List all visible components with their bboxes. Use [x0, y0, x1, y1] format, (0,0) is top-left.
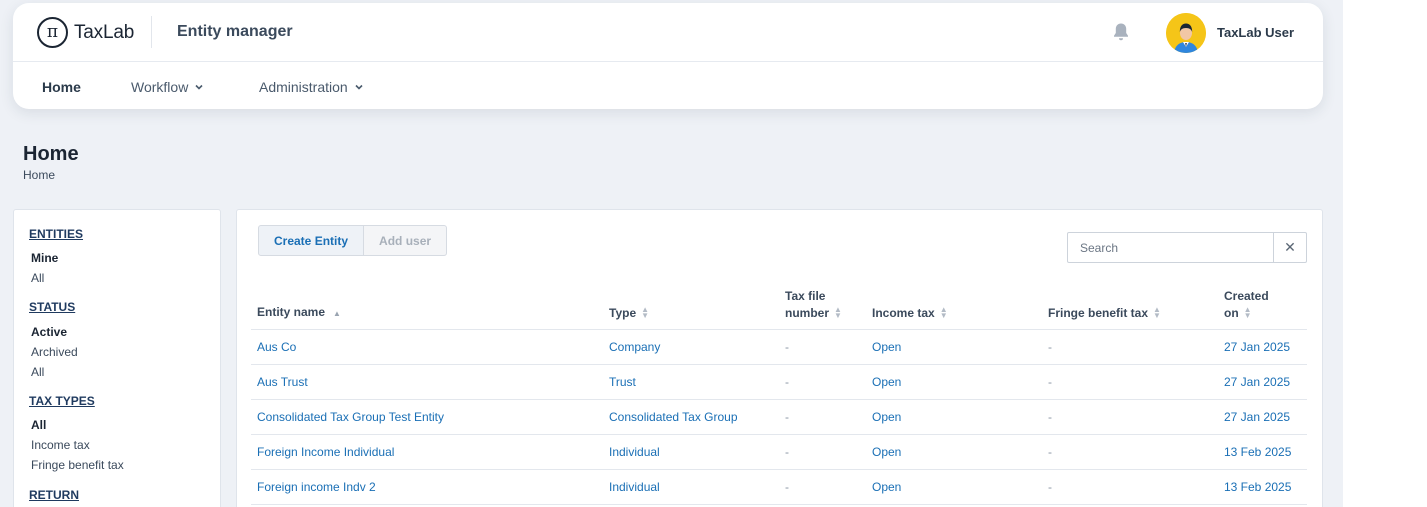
- column-header-fringe-benefit-tax[interactable]: Fringe benefit tax ▲ ▼: [1042, 282, 1218, 330]
- column-header-label: Income tax: [872, 305, 935, 320]
- cell-fringe-benefit-tax: -: [1042, 469, 1218, 505]
- column-header-label: on: [1224, 305, 1239, 320]
- sort-icon: ▲ ▼: [1153, 305, 1161, 321]
- cell-created-on[interactable]: 27 Jan 2025: [1218, 329, 1307, 365]
- filter-heading-entities[interactable]: ENTITIES: [29, 227, 83, 241]
- cell-fringe-benefit-tax: -: [1042, 434, 1218, 470]
- sort-asc-icon: ▲: [333, 308, 341, 318]
- add-user-button: Add user: [364, 225, 448, 256]
- cell-type[interactable]: Trust: [603, 364, 779, 400]
- chevron-down-icon: [195, 84, 203, 90]
- cell-entity-name[interactable]: Aus Co: [251, 329, 603, 365]
- nav-administration[interactable]: Administration: [259, 79, 364, 95]
- table-row[interactable]: Aus Co Company - Open - 27 Jan 2025: [251, 329, 1307, 365]
- table-header-row: Entity name ▲ Type ▲ ▼ Tax file number ▲ ▼ In…: [251, 282, 1307, 330]
- entity-list-panel: Create Entity Add user ✕ Entity name ▲ Ty…: [236, 209, 1323, 507]
- chevron-down-icon: [355, 84, 363, 90]
- column-header-label: Tax file: [785, 288, 826, 303]
- nav-home[interactable]: Home: [42, 79, 81, 95]
- taxlab-logo[interactable]: π TaxLab: [37, 17, 134, 48]
- main-nav: Home Workflow Administration: [13, 63, 1323, 109]
- cell-income-tax[interactable]: Open: [866, 364, 1042, 400]
- column-header-type[interactable]: Type ▲ ▼: [603, 282, 779, 330]
- nav-workflow-label: Workflow: [131, 79, 189, 95]
- cell-tax-file-number: -: [779, 364, 866, 400]
- nav-workflow[interactable]: Workflow: [131, 79, 204, 95]
- cell-entity-name[interactable]: Aus Trust: [251, 364, 603, 400]
- close-icon[interactable]: ✕: [1273, 232, 1307, 263]
- filter-heading-return[interactable]: RETURN: [29, 488, 79, 502]
- user-avatar[interactable]: [1166, 13, 1206, 53]
- cell-income-tax[interactable]: Open: [866, 329, 1042, 365]
- sort-icon: ▲ ▼: [834, 305, 842, 321]
- table-row[interactable]: Foreign Income Individual Individual - O…: [251, 434, 1307, 470]
- table-row[interactable]: Foreign income Indv 2 Individual - Open …: [251, 469, 1307, 505]
- cell-created-on[interactable]: 13 Feb 2025: [1218, 434, 1307, 470]
- column-header-income-tax[interactable]: Income tax ▲ ▼: [866, 282, 1042, 330]
- table-row[interactable]: Aus Trust Trust - Open - 27 Jan 2025: [251, 364, 1307, 400]
- cell-tax-file-number: -: [779, 469, 866, 505]
- nav-home-label: Home: [42, 79, 81, 95]
- filter-entities-all[interactable]: All: [31, 271, 44, 285]
- cell-type[interactable]: Consolidated Tax Group: [603, 399, 779, 435]
- column-header-label: Entity name: [257, 305, 326, 320]
- top-bar: π TaxLab Entity manager TaxLab User: [13, 3, 1323, 62]
- cell-created-on[interactable]: 13 Feb 2025: [1218, 469, 1307, 505]
- cell-tax-file-number: -: [779, 399, 866, 435]
- cell-tax-file-number: -: [779, 329, 866, 365]
- cell-type[interactable]: Individual: [603, 434, 779, 470]
- table-row[interactable]: Consolidated Tax Group Test Entity Conso…: [251, 399, 1307, 435]
- logo-text: TaxLab: [74, 21, 135, 43]
- cell-income-tax[interactable]: Open: [866, 469, 1042, 505]
- sort-icon: ▲ ▼: [939, 305, 948, 321]
- cell-income-tax[interactable]: Open: [866, 434, 1042, 470]
- cell-entity-name[interactable]: Foreign Income Individual: [251, 434, 603, 470]
- filter-status-active[interactable]: Active: [31, 325, 67, 339]
- cell-type[interactable]: Individual: [603, 469, 779, 505]
- entity-table: Entity name ▲ Type ▲ ▼ Tax file number ▲ ▼ In…: [251, 282, 1307, 505]
- filter-tax-types-all[interactable]: All: [31, 418, 46, 432]
- filter-status-archived[interactable]: Archived: [31, 345, 78, 359]
- bell-icon[interactable]: [1112, 22, 1130, 42]
- filter-entities-mine[interactable]: Mine: [31, 251, 58, 265]
- cell-fringe-benefit-tax: -: [1042, 329, 1218, 365]
- cell-entity-name[interactable]: Foreign income Indv 2: [251, 469, 603, 505]
- filter-tax-types-income-tax[interactable]: Income tax: [31, 438, 90, 452]
- header-card: π TaxLab Entity manager TaxLab User Home: [13, 3, 1323, 109]
- action-button-group: Create Entity Add user: [258, 225, 448, 256]
- column-header-tax-file-number[interactable]: Tax file number ▲ ▼: [779, 282, 866, 330]
- pi-logo-icon: π: [37, 17, 68, 48]
- column-header-entity-name[interactable]: Entity name ▲: [251, 282, 603, 330]
- nav-administration-label: Administration: [259, 79, 348, 95]
- breadcrumb[interactable]: Home: [23, 168, 55, 182]
- cell-type[interactable]: Company: [603, 329, 779, 365]
- column-header-label: Fringe benefit tax: [1048, 305, 1149, 320]
- column-header-label: Created: [1224, 288, 1269, 303]
- cell-created-on[interactable]: 27 Jan 2025: [1218, 364, 1307, 400]
- user-name[interactable]: TaxLab User: [1217, 25, 1294, 40]
- page-title: Home: [23, 143, 79, 165]
- sort-icon: ▲ ▼: [641, 305, 650, 321]
- cell-fringe-benefit-tax: -: [1042, 399, 1218, 435]
- filter-heading-status[interactable]: STATUS: [29, 300, 75, 314]
- header-divider: [151, 16, 152, 48]
- column-header-created-on[interactable]: Created on ▲ ▼: [1218, 282, 1307, 330]
- cell-income-tax[interactable]: Open: [866, 399, 1042, 435]
- avatar-person-icon: [1166, 13, 1206, 53]
- cell-entity-name[interactable]: Consolidated Tax Group Test Entity: [251, 399, 603, 435]
- cell-created-on[interactable]: 27 Jan 2025: [1218, 399, 1307, 435]
- sort-icon: ▲ ▼: [1243, 305, 1252, 321]
- search-input[interactable]: [1067, 232, 1274, 263]
- filter-tax-types-fbt[interactable]: Fringe benefit tax: [31, 458, 124, 472]
- cell-fringe-benefit-tax: -: [1042, 364, 1218, 400]
- column-header-label: Type: [609, 305, 637, 320]
- column-header-label: number: [785, 305, 830, 320]
- create-entity-button[interactable]: Create Entity: [258, 225, 365, 256]
- cell-tax-file-number: -: [779, 434, 866, 470]
- filter-panel: ENTITIES Mine All STATUS Active Archived…: [13, 209, 221, 507]
- filter-heading-tax-types[interactable]: TAX TYPES: [29, 394, 95, 408]
- filter-status-all[interactable]: All: [31, 365, 44, 379]
- app-title: Entity manager: [177, 23, 293, 40]
